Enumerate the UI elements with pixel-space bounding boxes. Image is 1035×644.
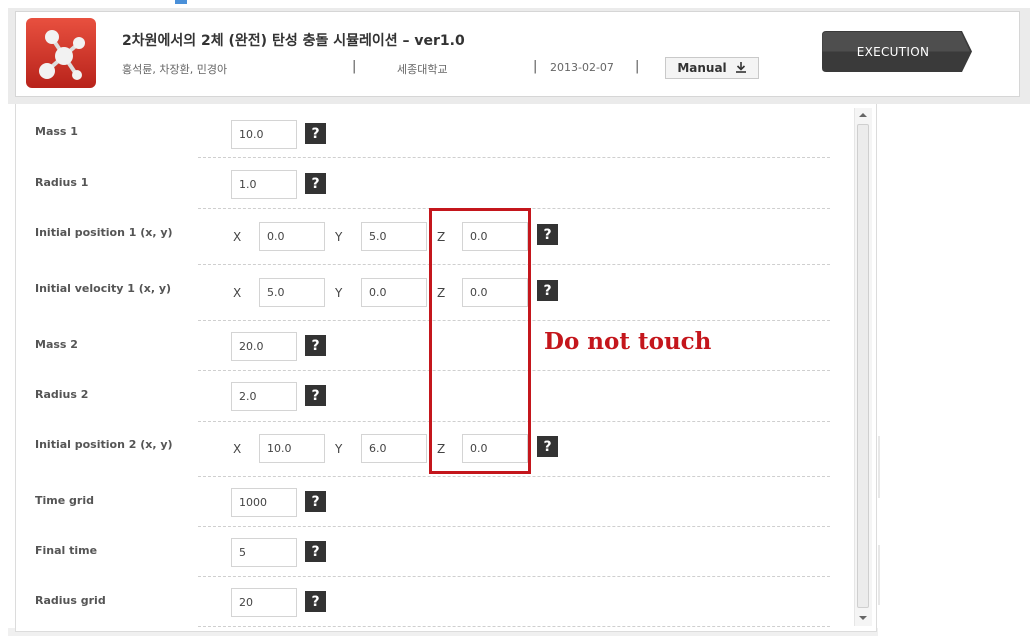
help-button-position-1[interactable]: ? (537, 224, 558, 245)
edge-line (878, 545, 880, 605)
do-not-touch-annotation: Do not touch (544, 328, 712, 355)
release-date: 2013-02-07 (550, 61, 614, 74)
scroll-up-icon[interactable] (859, 113, 867, 117)
axis-x-label: X (233, 442, 242, 456)
radius-1-input[interactable]: 1.0 (231, 170, 297, 199)
row-divider (198, 476, 830, 477)
help-button-mass-2[interactable]: ? (305, 335, 326, 356)
radius-2-input[interactable]: 2.0 (231, 382, 297, 411)
position-1-y-input[interactable]: 5.0 (361, 222, 427, 251)
help-button-mass-1[interactable]: ? (305, 123, 326, 144)
position-2-x-input[interactable]: 10.0 (259, 434, 325, 463)
help-button-velocity-1[interactable]: ? (537, 280, 558, 301)
axis-y-label: Y (335, 442, 343, 456)
velocity-1-x-input[interactable]: 5.0 (259, 278, 325, 307)
help-button-time-grid[interactable]: ? (305, 491, 326, 512)
scroll-down-icon[interactable] (859, 616, 867, 620)
top-accent (175, 0, 187, 4)
manual-button[interactable]: Manual (665, 57, 759, 79)
row-divider (198, 626, 830, 627)
authors: 홍석륜, 차장환, 민경아 (122, 63, 228, 76)
row-label-mass-1: Mass 1 (35, 125, 78, 138)
row-label-radius-2: Radius 2 (35, 388, 89, 401)
time-grid-input[interactable]: 1000 (231, 488, 297, 517)
row-label-initial-position-2: Initial position 2 (x, y) (35, 438, 173, 451)
row-label-radius-grid: Radius grid (35, 594, 106, 607)
separator: | (352, 59, 357, 74)
row-divider (198, 526, 830, 527)
velocity-1-y-input[interactable]: 0.0 (361, 278, 427, 307)
position-1-x-input[interactable]: 0.0 (259, 222, 325, 251)
execution-label: EXECUTION (856, 44, 930, 59)
separator: | (635, 59, 640, 74)
download-icon (735, 61, 747, 76)
help-button-radius-grid[interactable]: ? (305, 591, 326, 612)
row-divider (198, 157, 830, 158)
row-label-time-grid: Time grid (35, 494, 94, 507)
app-title: 2차원에서의 2체 (완전) 탄성 충돌 시뮬레이션 – ver1.0 (122, 33, 465, 49)
z-column-highlight-box (429, 208, 531, 474)
manual-label: Manual (677, 61, 727, 75)
axis-x-label: X (233, 230, 242, 244)
separator: | (533, 59, 538, 74)
help-button-position-2[interactable]: ? (537, 436, 558, 457)
position-2-y-input[interactable]: 6.0 (361, 434, 427, 463)
app-header: 2차원에서의 2체 (완전) 탄성 충돌 시뮬레이션 – ver1.0 홍석륜,… (15, 11, 1020, 97)
help-button-radius-2[interactable]: ? (305, 385, 326, 406)
axis-y-label: Y (335, 230, 343, 244)
institution: 세종대학교 (397, 63, 448, 76)
radius-grid-input[interactable]: 20 (231, 588, 297, 617)
scroll-thumb[interactable] (857, 124, 869, 608)
help-button-radius-1[interactable]: ? (305, 173, 326, 194)
mass-1-input[interactable]: 10.0 (231, 120, 297, 149)
row-label-mass-2: Mass 2 (35, 338, 78, 351)
molecule-icon (26, 18, 96, 88)
mass-2-input[interactable]: 20.0 (231, 332, 297, 361)
vertical-scrollbar[interactable] (854, 108, 872, 626)
row-label-final-time: Final time (35, 544, 98, 557)
row-label-initial-velocity-1: Initial velocity 1 (x, y) (35, 282, 172, 295)
row-divider (198, 576, 830, 577)
help-button-final-time[interactable]: ? (305, 541, 326, 562)
execution-button[interactable]: EXECUTION (822, 31, 974, 72)
row-label-radius-1: Radius 1 (35, 176, 89, 189)
axis-y-label: Y (335, 286, 343, 300)
row-label-initial-position-1: Initial position 1 (x, y) (35, 226, 173, 239)
axis-x-label: X (233, 286, 242, 300)
final-time-input[interactable]: 5 (231, 538, 297, 567)
edge-line (878, 436, 880, 498)
